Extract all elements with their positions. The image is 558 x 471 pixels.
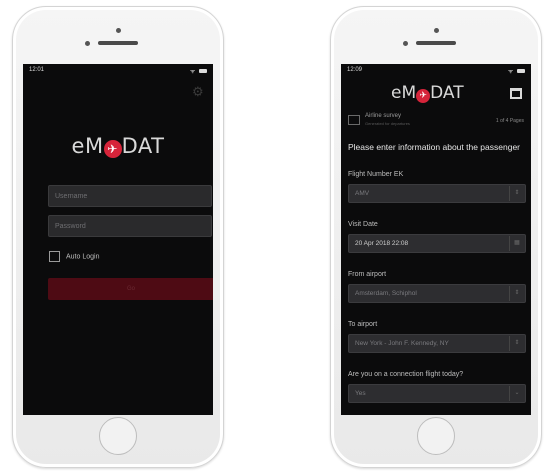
auto-login-checkbox[interactable]	[49, 251, 60, 262]
username-input[interactable]: Username	[48, 185, 212, 207]
calendar-icon[interactable]: ▦	[509, 236, 524, 251]
logo-badge-icon: ✈	[416, 89, 431, 103]
gear-icon[interactable]: ⚙	[192, 85, 205, 98]
front-camera	[403, 41, 408, 46]
status-bar: 12:01 ᯤ	[29, 67, 207, 77]
chevron-icon[interactable]: ⌄	[509, 386, 524, 401]
connection-flight-select[interactable]: Yes ⌄	[348, 384, 526, 403]
page-indicator: 1 of 4 Pages	[495, 118, 524, 124]
speaker-grille	[98, 41, 138, 45]
question-label-visit-date: Visit Date	[348, 221, 378, 228]
select-value: 20 Apr 2018 22:08	[355, 240, 409, 247]
survey-subtitle: Generated for departures	[365, 121, 410, 126]
select-value: New York - John F. Kennedy, NY	[355, 340, 449, 347]
calendar-icon[interactable]	[510, 88, 522, 99]
speaker-grille	[416, 41, 456, 45]
logo-badge-icon: ✈	[103, 140, 122, 158]
camera-dot	[434, 28, 439, 33]
intro-text: Please enter information about the passe…	[348, 142, 521, 152]
auto-login-row[interactable]: Auto Login	[49, 251, 99, 262]
chevron-icon[interactable]: ⇕	[509, 336, 524, 351]
app-logo: eM ✈ DAT	[391, 83, 464, 103]
logo-text-prefix: eM	[391, 83, 417, 103]
login-button[interactable]: Go	[48, 278, 213, 300]
question-label-connection: Are you on a connection flight today?	[348, 371, 464, 378]
phone-left: 12:01 ᯤ ⚙ eM ✈ DAT Username Password Auto …	[12, 6, 224, 468]
chevron-icon[interactable]: ⇕	[509, 186, 524, 201]
wifi-icon: ᯤ	[190, 67, 207, 75]
survey-title: Airline survey	[365, 113, 402, 119]
flight-number-select[interactable]: AMV ⇕	[348, 184, 526, 203]
phone-right: 12:09 ᯤ eM ✈ DAT Airline survey Generated …	[330, 6, 542, 468]
battery-icon	[199, 69, 207, 74]
select-value: AMV	[355, 190, 370, 197]
logo-text-prefix: eM	[71, 134, 104, 158]
wifi-icon: ᯤ	[508, 67, 525, 75]
from-airport-select[interactable]: Amsterdam, Schiphol ⇕	[348, 284, 526, 303]
survey-header: Airline survey Generated for departures …	[348, 113, 524, 129]
home-button[interactable]	[417, 417, 455, 455]
survey-screen: 12:09 ᯤ eM ✈ DAT Airline survey Generated …	[341, 64, 531, 415]
select-value: Amsterdam, Schiphol	[355, 290, 417, 297]
status-time: 12:09	[347, 67, 363, 73]
auto-login-label: Auto Login	[66, 253, 100, 261]
login-screen: 12:01 ᯤ ⚙ eM ✈ DAT Username Password Auto …	[23, 64, 213, 415]
front-camera	[85, 41, 90, 46]
password-input[interactable]: Password	[48, 215, 212, 237]
logo-text-suffix: DAT	[430, 83, 464, 103]
question-label-flight-number: Flight Number EK	[348, 171, 404, 178]
survey-icon	[348, 115, 360, 125]
to-airport-select[interactable]: New York - John F. Kennedy, NY ⇕	[348, 334, 526, 353]
status-bar: 12:09 ᯤ	[347, 67, 525, 77]
question-label-from-airport: From airport	[348, 271, 387, 278]
logo-text-suffix: DAT	[121, 134, 165, 158]
chevron-icon[interactable]: ⇕	[509, 286, 524, 301]
question-label-to-airport: To airport	[348, 321, 378, 328]
visit-date-field[interactable]: 20 Apr 2018 22:08 ▦	[348, 234, 526, 253]
select-value: Yes	[355, 390, 366, 397]
app-logo: eM ✈ DAT	[23, 134, 213, 158]
battery-icon	[517, 69, 525, 74]
home-button[interactable]	[99, 417, 137, 455]
status-time: 12:01	[29, 67, 45, 73]
camera-dot	[116, 28, 121, 33]
